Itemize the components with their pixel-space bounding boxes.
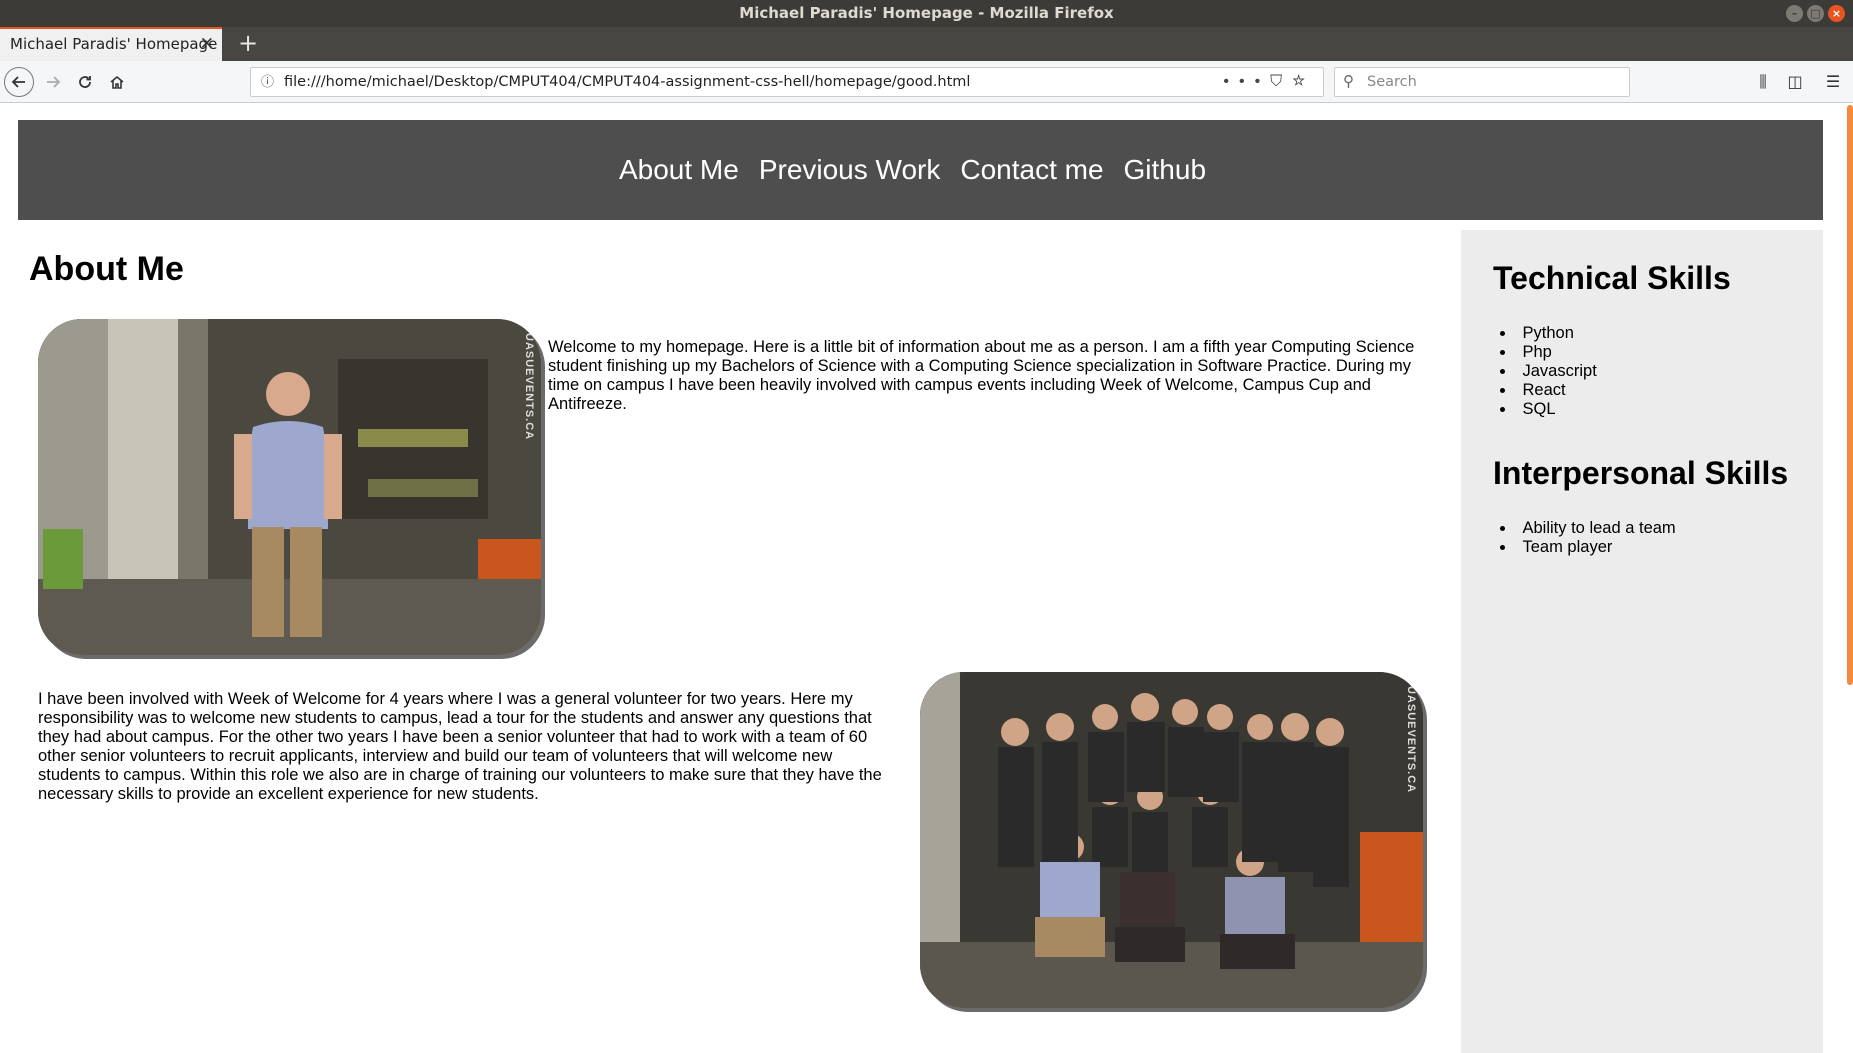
tab-label: Michael Paradis' Homepage	[10, 35, 218, 53]
list-item: Ability to lead a team	[1500, 519, 1676, 538]
arrow-left-icon	[11, 76, 25, 88]
list-item: React	[1500, 381, 1597, 400]
search-input[interactable]: Search	[1367, 68, 1417, 96]
page-title: About Me	[29, 250, 184, 288]
forward-button[interactable]	[38, 67, 68, 97]
new-tab-button[interactable]: +	[232, 27, 264, 61]
library-icon[interactable]: ⫼	[1750, 67, 1776, 97]
list-item: Team player	[1500, 538, 1676, 557]
search-bar[interactable]: ⚲ Search	[1334, 67, 1630, 97]
maximize-icon[interactable]: □	[1807, 5, 1824, 22]
search-icon: ⚲	[1343, 73, 1354, 90]
reload-button[interactable]	[70, 67, 100, 97]
pocket-icon[interactable]: ⛉	[1270, 73, 1292, 90]
navigation-toolbar: ⓘ file:///home/michael/Desktop/CMPUT404/…	[0, 61, 1853, 103]
url-text[interactable]: file:///home/michael/Desktop/CMPUT404/CM…	[284, 68, 970, 96]
list-item: Python	[1500, 324, 1597, 343]
technical-skills-list: Python Php Javascript React SQL	[1500, 324, 1597, 419]
interpersonal-skills-list: Ability to lead a team Team player	[1500, 519, 1676, 557]
intro-paragraph: Welcome to my homepage. Here is a little…	[548, 338, 1415, 413]
bookmark-star-icon[interactable]: ☆	[1292, 73, 1315, 90]
nav-link-about-me[interactable]: About Me	[619, 154, 739, 186]
site-navigation: About Me Previous Work Contact me Github	[18, 120, 1823, 220]
list-item: Javascript	[1500, 362, 1597, 381]
page-scrollbar[interactable]	[1847, 103, 1853, 1053]
back-button[interactable]	[4, 67, 34, 97]
arrow-right-icon	[47, 76, 61, 88]
skills-sidebar: Technical Skills Python Php Javascript R…	[1461, 230, 1823, 1053]
tab-strip: Michael Paradis' Homepage ✕ +	[0, 27, 1853, 61]
photo-watermark: UASUEVENTS.CA	[523, 333, 535, 441]
site-info-icon[interactable]: ⓘ	[261, 68, 274, 96]
photo-watermark: UASUEVENTS.CA	[1405, 686, 1417, 794]
more-actions-icon[interactable]: •••	[1223, 73, 1270, 90]
nav-link-previous-work[interactable]: Previous Work	[759, 154, 941, 186]
page-actions: •••⛉☆	[1223, 68, 1315, 96]
tab-close-icon[interactable]: ✕	[200, 29, 214, 59]
group-photo: UASUEVENTS.CA	[920, 672, 1423, 1008]
sidebar-toggle-icon[interactable]: ◫	[1782, 67, 1808, 97]
tab-homepage[interactable]: Michael Paradis' Homepage ✕	[0, 27, 222, 61]
window-controls: – □ ×	[1786, 5, 1845, 22]
minimize-icon[interactable]: –	[1786, 5, 1803, 22]
group-illustration	[920, 672, 1423, 1008]
window-title: Michael Paradis' Homepage - Mozilla Fire…	[739, 4, 1114, 22]
hamburger-menu-icon[interactable]: ☰	[1820, 67, 1846, 97]
technical-skills-heading: Technical Skills	[1493, 260, 1731, 296]
list-item: SQL	[1500, 400, 1597, 419]
nav-link-contact-me[interactable]: Contact me	[960, 154, 1103, 186]
home-icon	[110, 75, 124, 89]
close-window-icon[interactable]: ×	[1828, 5, 1845, 22]
scrollbar-thumb[interactable]	[1847, 105, 1853, 685]
home-button[interactable]	[102, 67, 132, 97]
reload-icon	[79, 76, 91, 88]
window-titlebar: Michael Paradis' Homepage - Mozilla Fire…	[0, 0, 1853, 27]
list-item: Php	[1500, 343, 1597, 362]
nav-link-github[interactable]: Github	[1124, 154, 1207, 186]
portrait-illustration	[38, 319, 541, 655]
interpersonal-skills-heading: Interpersonal Skills	[1493, 455, 1789, 491]
main-content: About Me UASUEVENTS.CA Welcome to my hom…	[18, 220, 1460, 1053]
page-viewport: About Me Previous Work Contact me Github…	[0, 103, 1853, 1053]
portrait-photo: UASUEVENTS.CA	[38, 319, 541, 655]
week-of-welcome-paragraph: I have been involved with Week of Welcom…	[38, 690, 882, 803]
address-bar[interactable]: ⓘ file:///home/michael/Desktop/CMPUT404/…	[250, 67, 1324, 97]
